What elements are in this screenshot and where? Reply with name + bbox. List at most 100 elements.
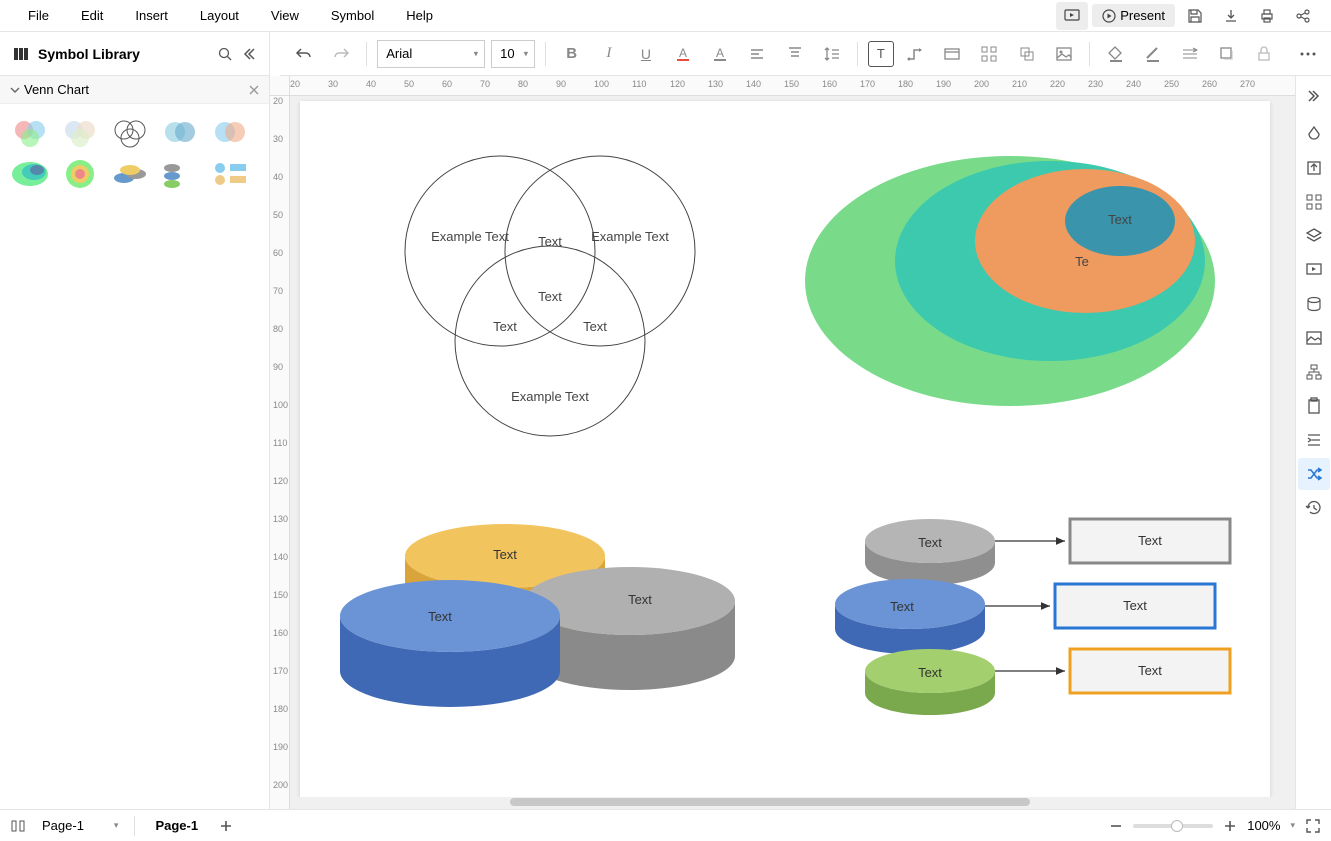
layers-button[interactable] — [1298, 220, 1330, 252]
add-page-icon[interactable] — [218, 818, 234, 834]
stack-label-inner[interactable]: Text — [1108, 212, 1132, 227]
shape-cylinders[interactable] — [108, 156, 152, 192]
lock-button[interactable] — [1249, 38, 1280, 70]
canvas-page[interactable]: Example Text Example Text Example Text T… — [300, 101, 1270, 801]
zoom-out-icon[interactable] — [1109, 819, 1123, 833]
venn-label-ac[interactable]: Text — [493, 319, 517, 334]
shape-venn2[interactable] — [158, 114, 202, 150]
font-color-button[interactable]: A — [668, 38, 699, 70]
italic-button[interactable]: I — [593, 38, 624, 70]
box-label-2[interactable]: Text — [1123, 598, 1147, 613]
picture-button[interactable] — [1298, 322, 1330, 354]
fullscreen-icon[interactable] — [1305, 818, 1321, 834]
menu-view[interactable]: View — [255, 2, 315, 29]
scrollbar-thumb[interactable] — [510, 798, 1030, 806]
shape-venn2-alt[interactable] — [208, 114, 252, 150]
apps-button[interactable] — [1298, 186, 1330, 218]
menu-symbol[interactable]: Symbol — [315, 2, 390, 29]
present-button[interactable]: Present — [1092, 4, 1175, 27]
venn-label-c[interactable]: Example Text — [511, 389, 589, 404]
underline-button[interactable]: U — [630, 38, 661, 70]
search-icon[interactable] — [217, 46, 233, 62]
menu-edit[interactable]: Edit — [65, 2, 119, 29]
menu-file[interactable]: File — [12, 2, 65, 29]
shape-venn3-outline[interactable] — [108, 114, 152, 150]
shape-stack-ellipse[interactable] — [8, 156, 52, 192]
shape-venn3-pastel[interactable] — [58, 114, 102, 150]
save-icon[interactable] — [1179, 2, 1211, 30]
venn-label-ab[interactable]: Text — [538, 234, 562, 249]
collapse-left-icon[interactable] — [241, 46, 257, 62]
menu-help[interactable]: Help — [390, 2, 449, 29]
undo-button[interactable] — [288, 38, 319, 70]
venn-label-a[interactable]: Example Text — [431, 229, 509, 244]
distribute-button[interactable] — [974, 38, 1005, 70]
fill-button[interactable] — [1100, 38, 1131, 70]
horizontal-scrollbar[interactable] — [290, 797, 1285, 807]
history-button[interactable] — [1298, 492, 1330, 524]
cyl-label-b[interactable]: Text — [628, 592, 652, 607]
cyl-label-a[interactable]: Text — [493, 547, 517, 562]
group-button[interactable] — [1011, 38, 1042, 70]
text-tool-button[interactable]: T — [868, 41, 893, 67]
theme-button[interactable] — [1298, 118, 1330, 150]
font-select[interactable]: Arial▾ — [377, 40, 485, 68]
menu-insert[interactable]: Insert — [119, 2, 184, 29]
connector-button[interactable] — [900, 38, 931, 70]
canvas-area[interactable]: 2030405060708090100110120130140150160170… — [270, 76, 1295, 809]
present-panel-button[interactable] — [1298, 254, 1330, 286]
clipboard-button[interactable] — [1298, 390, 1330, 422]
page-select[interactable]: Page-1▾ — [36, 814, 124, 837]
close-icon[interactable] — [249, 85, 259, 95]
stack-label-2[interactable]: Te — [1075, 254, 1089, 269]
shape-venn3-color[interactable] — [8, 114, 52, 150]
venn-label-b[interactable]: Example Text — [591, 229, 669, 244]
align-button[interactable] — [742, 38, 773, 70]
venn-label-abc[interactable]: Text — [538, 289, 562, 304]
more-button[interactable] — [1292, 38, 1323, 70]
lib-section-header[interactable]: Venn Chart — [0, 76, 269, 104]
highlight-button[interactable]: A — [705, 38, 736, 70]
hierarchy-button[interactable] — [1298, 356, 1330, 388]
cyl-list-label-2[interactable]: Text — [890, 599, 914, 614]
line-color-button[interactable] — [1137, 38, 1168, 70]
menu-layout[interactable]: Layout — [184, 2, 255, 29]
zoom-slider[interactable] — [1133, 824, 1213, 828]
box-label-3[interactable]: Text — [1138, 663, 1162, 678]
venn-label-bc[interactable]: Text — [583, 319, 607, 334]
cyl-list-label-3[interactable]: Text — [918, 665, 942, 680]
diagram-cylinders[interactable]: Text Text Text — [330, 501, 750, 731]
diagram-venn-3[interactable]: Example Text Example Text Example Text T… — [380, 131, 720, 451]
export-button[interactable] — [1298, 152, 1330, 184]
zoom-thumb[interactable] — [1171, 820, 1183, 832]
cyl-list-label-1[interactable]: Text — [918, 535, 942, 550]
redo-button[interactable] — [325, 38, 356, 70]
expand-right-icon[interactable] — [1298, 82, 1330, 110]
diagram-cylinder-list[interactable]: Text Text Text Text Text Text — [830, 501, 1250, 731]
print-icon[interactable] — [1251, 2, 1283, 30]
zoom-in-icon[interactable] — [1223, 819, 1237, 833]
shuffle-button[interactable] — [1298, 458, 1330, 490]
shape-cylinders-list[interactable] — [158, 156, 202, 192]
line-style-button[interactable] — [1175, 38, 1206, 70]
page-tab-1[interactable]: Page-1 — [145, 814, 208, 837]
bold-button[interactable]: B — [556, 38, 587, 70]
font-value: Arial — [386, 46, 412, 61]
share-icon[interactable] — [1287, 2, 1319, 30]
download-icon[interactable] — [1215, 2, 1247, 30]
shape-list-boxes[interactable] — [208, 156, 252, 192]
spacing-button[interactable] — [816, 38, 847, 70]
shadow-button[interactable] — [1212, 38, 1243, 70]
box-label-1[interactable]: Text — [1138, 533, 1162, 548]
container-button[interactable] — [937, 38, 968, 70]
pages-icon[interactable] — [10, 818, 26, 834]
image-button[interactable] — [1048, 38, 1079, 70]
size-select[interactable]: 10▾ — [491, 40, 535, 68]
data-button[interactable] — [1298, 288, 1330, 320]
valign-button[interactable] — [779, 38, 810, 70]
slideshow-settings-icon[interactable] — [1056, 2, 1088, 30]
indent-button[interactable] — [1298, 424, 1330, 456]
cyl-label-c[interactable]: Text — [428, 609, 452, 624]
shape-stack-circle[interactable] — [58, 156, 102, 192]
diagram-stacked-ellipse[interactable]: Text Te — [800, 131, 1220, 411]
